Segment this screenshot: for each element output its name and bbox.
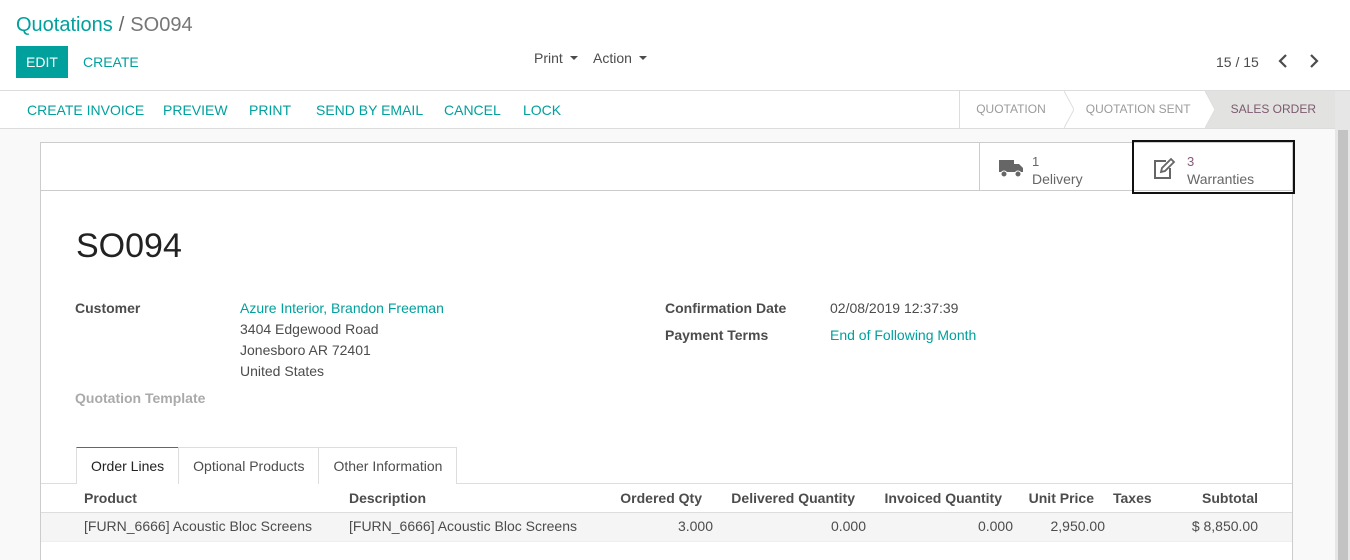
status-bar: CREATE INVOICE PREVIEW PRINT SEND BY EMA… [0,91,1335,129]
address-line2: Jonesboro AR 72401 [240,342,371,358]
cell-delivered-quantity: 0.000 [830,518,866,534]
status-stages: QUOTATION QUOTATION SENT SALES ORDER [959,91,1335,128]
caret-down-icon [569,56,578,60]
column-delivered-quantity[interactable]: Delivered Quantity [715,490,855,506]
record-title: SO094 [76,227,182,265]
address-line3: United States [240,363,325,379]
tab-optional-products[interactable]: Optional Products [178,447,320,484]
customer-label: Customer [75,300,141,316]
scrollbar-thumb[interactable] [1338,130,1348,560]
cancel-button[interactable]: CANCEL [444,102,501,118]
pager-next-button[interactable] [1306,50,1326,72]
breadcrumb-separator: / [118,14,125,36]
create-invoice-button[interactable]: CREATE INVOICE [27,102,144,118]
send-by-email-button[interactable]: SEND BY EMAIL [316,102,423,118]
lock-button[interactable]: LOCK [523,102,561,118]
warranties-count: 3 [1187,154,1195,169]
stage-quotation-sent[interactable]: QUOTATION SENT [1074,91,1205,128]
stage-arrow-icon [1063,91,1074,128]
chevron-right-icon [1310,54,1319,68]
create-button[interactable]: CREATE [83,46,139,78]
tab-order-lines[interactable]: Order Lines [76,447,180,484]
confirmation-date-value: 02/08/2019 12:37:39 [830,300,959,316]
warranties-smart-button[interactable]: 3 Warranties [1132,140,1295,194]
cell-ordered-qty: 3.000 [677,518,713,534]
edit-icon [1154,157,1176,179]
notebook-tabs: Order Lines Optional Products Other Info… [76,447,458,484]
warranties-label: Warranties [1187,171,1255,187]
breadcrumb-current: SO094 [130,14,193,36]
column-unit-price[interactable]: Unit Price [1014,490,1094,506]
address-line1: 3404 Edgewood Road [240,321,379,337]
column-subtotal[interactable]: Subtotal [1158,490,1258,506]
pager-previous-button[interactable] [1275,50,1295,72]
form-sheet: 1 Delivery 3 Warranties SO094 Customer A… [40,140,1295,560]
action-dropdown[interactable]: Action [593,50,647,66]
preview-button[interactable]: PREVIEW [163,102,228,118]
column-ordered-qty[interactable]: Ordered Qty [602,490,702,506]
cell-invoiced-quantity: 0.000 [977,518,1013,534]
cell-subtotal: $ 8,850.00 [1191,518,1258,534]
cell-unit-price: 2,950.00 [1050,518,1106,534]
chevron-left-icon [1278,54,1287,68]
column-product[interactable]: Product [84,490,137,506]
stage-arrow-icon [1204,91,1215,128]
stage-quotation[interactable]: QUOTATION [960,91,1064,128]
stage-sales-order[interactable]: SALES ORDER [1214,91,1335,128]
column-invoiced-quantity[interactable]: Invoiced Quantity [872,490,1002,506]
column-description[interactable]: Description [349,490,426,506]
pager-value[interactable]: 15 / 15 [1216,54,1259,70]
tab-other-information[interactable]: Other Information [318,447,458,484]
quotation-template-label: Quotation Template [75,390,206,406]
cell-description: [FURN_6666] Acoustic Bloc Screens [349,518,577,534]
truck-icon [999,160,1023,178]
customer-link[interactable]: Azure Interior, Brandon Freeman [240,300,444,316]
print-button[interactable]: PRINT [249,102,291,118]
delivery-label: Delivery [1032,171,1083,187]
column-taxes[interactable]: Taxes [1113,490,1152,506]
payment-terms-link[interactable]: End of Following Month [830,327,976,343]
control-panel: Quotations / SO094 EDIT CREATE Print Actio… [0,0,1350,91]
delivery-smart-button[interactable]: 1 Delivery [979,143,1134,191]
payment-terms-label: Payment Terms [665,327,769,343]
breadcrumb: Quotations / SO094 [16,14,193,37]
action-dropdown-label: Action [593,50,632,66]
caret-down-icon [638,56,647,60]
delivery-count: 1 [1032,154,1040,169]
confirmation-date-label: Confirmation Date [665,300,787,316]
edit-button[interactable]: EDIT [16,46,68,78]
order-lines-header: Product Description Ordered Qty Delivere… [41,484,1292,513]
breadcrumb-quotations-link[interactable]: Quotations [16,14,113,36]
print-dropdown[interactable]: Print [534,50,578,66]
smart-button-box: 1 Delivery 3 Warranties [41,140,1295,194]
cell-product: [FURN_6666] Acoustic Bloc Screens [84,518,312,534]
print-dropdown-label: Print [534,50,563,66]
table-row[interactable]: [FURN_6666] Acoustic Bloc Screens [FURN_… [41,513,1292,542]
